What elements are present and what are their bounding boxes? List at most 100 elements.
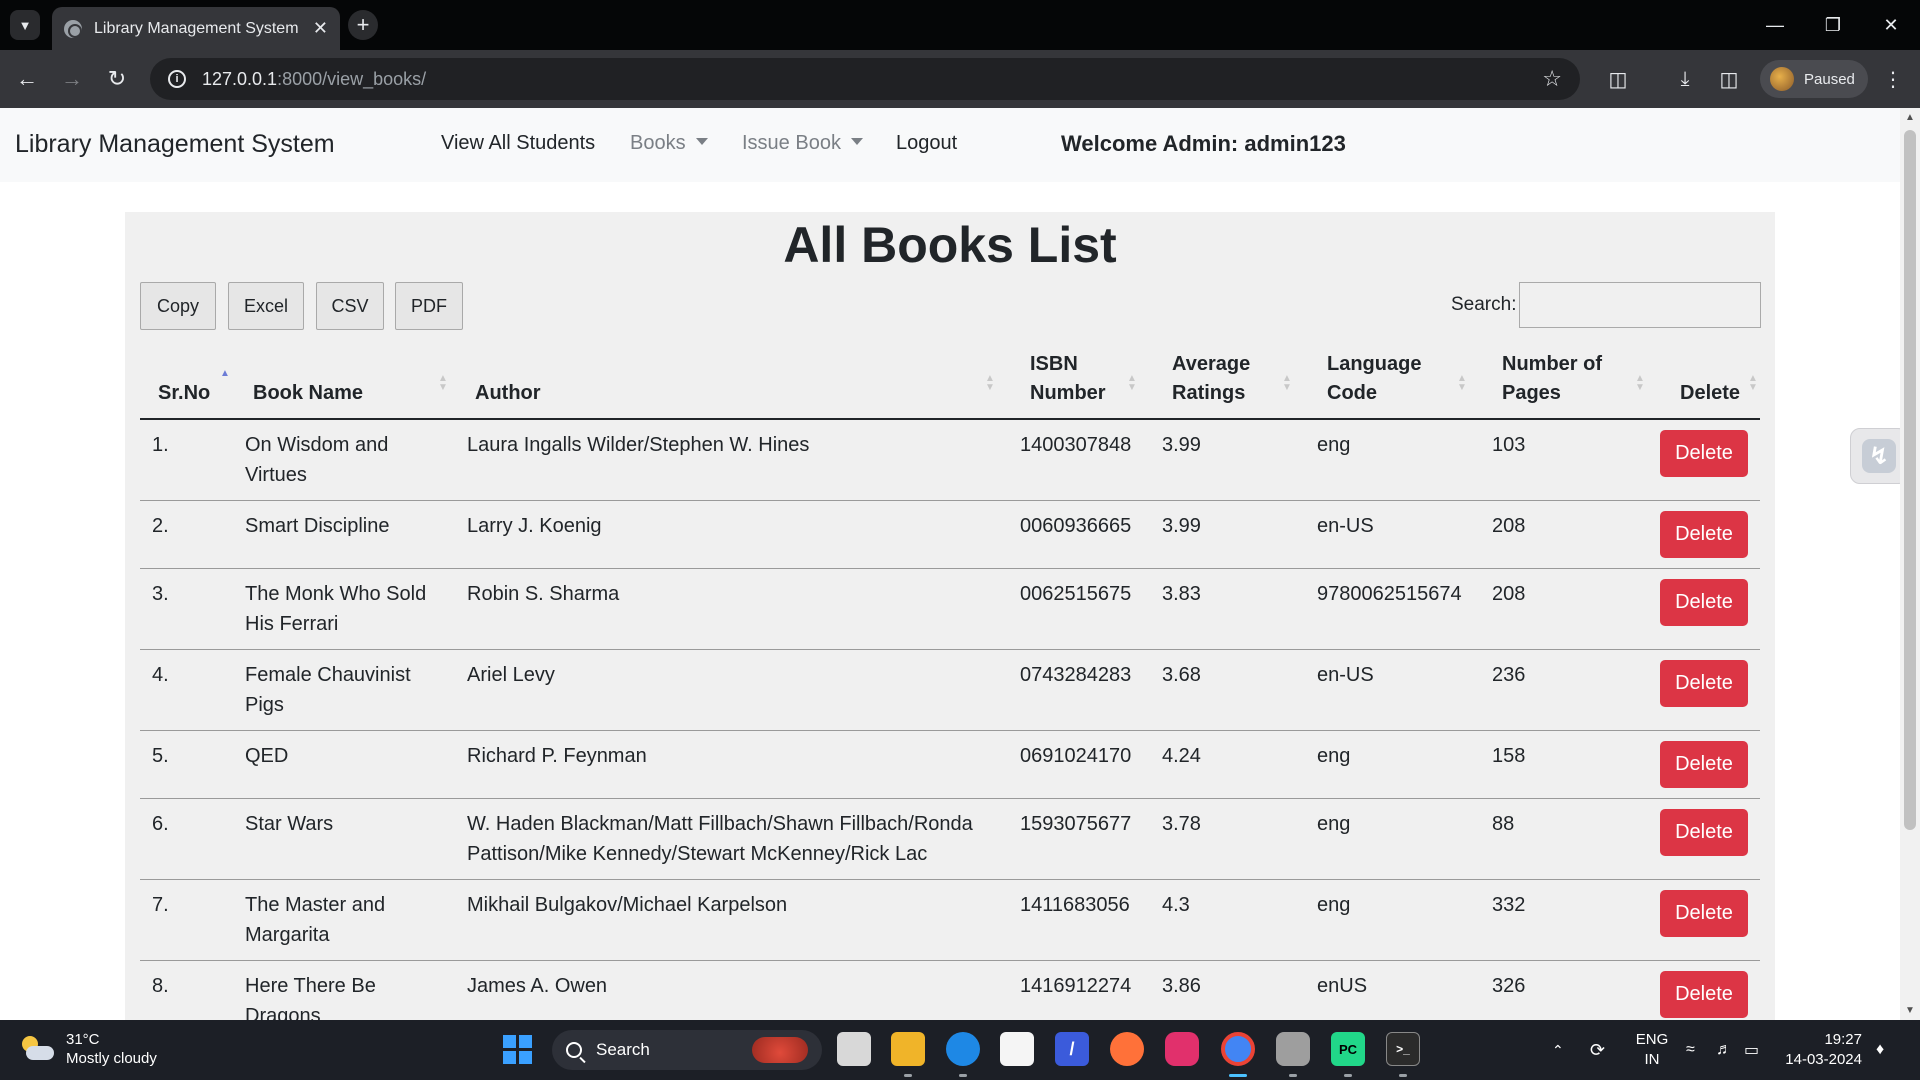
microsoft-store-icon[interactable] (1000, 1032, 1034, 1066)
column-header-author[interactable]: Author (475, 379, 541, 408)
sort-icon[interactable]: ▲ ▼ (985, 374, 995, 393)
page-scrollbar[interactable]: ▲ ▼ (1900, 108, 1920, 1020)
scrollbar-thumb[interactable] (1904, 130, 1916, 830)
books-panel: All Books List Copy Excel CSV PDF Search… (125, 212, 1775, 1020)
show-hidden-icons-chevron-icon[interactable]: ⌃ (1552, 1020, 1564, 1080)
site-info-icon[interactable]: i (168, 70, 186, 88)
browser-tab-active[interactable]: Library Management System ✕ (52, 7, 340, 50)
column-header-isbn-number[interactable]: ISBN Number (1030, 350, 1106, 408)
delete-button[interactable]: Delete (1660, 430, 1748, 477)
delete-button[interactable]: Delete (1660, 741, 1748, 788)
powerautomate-icon[interactable]: / (1055, 1032, 1089, 1066)
database-icon[interactable] (1276, 1032, 1310, 1066)
profile-button[interactable]: Paused (1760, 60, 1868, 98)
delete-button[interactable]: Delete (1660, 809, 1748, 856)
delete-button[interactable]: Delete (1660, 511, 1748, 558)
column-header-delete[interactable]: Delete (1680, 379, 1740, 408)
weather-widget[interactable]: 31°C Mostly cloudy (20, 1030, 157, 1068)
minimize-icon[interactable]: — (1746, 0, 1804, 50)
column-header-number-of-pages[interactable]: Number of Pages (1502, 350, 1602, 408)
language-cell: en-US (1317, 515, 1374, 537)
task-view-icon[interactable] (837, 1032, 871, 1066)
back-arrow-icon[interactable]: ← (10, 62, 44, 96)
sort-icon[interactable]: ▲ ▼ (438, 374, 448, 393)
nav-view-all-students[interactable]: View All Students (441, 132, 595, 155)
column-header-language-code[interactable]: Language Code (1327, 350, 1421, 408)
bookmark-star-icon[interactable]: ☆ (1542, 66, 1562, 92)
delete-button[interactable]: Delete (1660, 660, 1748, 707)
cell-line: Mikhail Bulgakov/Michael Karpelson (467, 894, 788, 916)
cell-line: Female Chauvinist (245, 664, 411, 686)
forward-arrow-icon[interactable]: → (55, 62, 89, 96)
sort-icon[interactable]: ▲ ▼ (1282, 374, 1292, 393)
taskbar-search[interactable]: Search (552, 1030, 822, 1070)
cell-line: Pigs (245, 694, 284, 716)
csv-button[interactable]: CSV (316, 282, 384, 330)
nav-logout[interactable]: Logout (896, 132, 957, 155)
search-highlight-icon (752, 1037, 808, 1063)
cell-line: Laura Ingalls Wilder/Stephen W. Hines (467, 434, 810, 456)
isbn-cell: 1400307848 (1020, 434, 1132, 456)
isbn-cell: 1593075677 (1020, 813, 1132, 835)
tab-search-chevron-icon[interactable]: ▼ (10, 10, 40, 40)
sort-icon[interactable]: ▲ ▼ (1127, 374, 1137, 393)
book-name-cell: The Monk Who Sold His Ferrari (245, 579, 426, 639)
download-icon[interactable]: ⤓ (1672, 66, 1698, 92)
sync-icon[interactable]: ⟳ (1590, 1020, 1605, 1080)
pdf-button[interactable]: PDF (395, 282, 463, 330)
wifi-icon[interactable]: ≈ (1686, 1020, 1695, 1080)
restore-icon[interactable]: ❐ (1804, 0, 1862, 50)
address-bar[interactable]: i 127.0.0.1 :8000/view_books/ ☆ (150, 58, 1580, 100)
instagram-icon[interactable] (1165, 1032, 1199, 1066)
author-cell: Ariel Levy (467, 660, 555, 690)
column-header-sr-no[interactable]: Sr.No (158, 379, 210, 408)
delete-button[interactable]: Delete (1660, 971, 1748, 1018)
kebab-menu-icon[interactable]: ⋮ (1880, 66, 1906, 92)
column-header-book-name[interactable]: Book Name (253, 379, 363, 408)
terminal-icon[interactable]: >_ (1386, 1032, 1420, 1066)
windows-start-icon[interactable] (500, 1032, 534, 1066)
browser-toolbar: ← → ↻ i 127.0.0.1 :8000/view_books/ ☆ ◫ … (0, 50, 1920, 108)
nav-issue-book-dropdown[interactable]: Issue Book (742, 132, 863, 155)
sort-icon[interactable]: ▲ ▼ (1457, 374, 1467, 393)
pycharm-icon[interactable]: PC (1331, 1032, 1365, 1066)
floating-widget[interactable]: ↯ (1850, 428, 1900, 484)
reload-icon[interactable]: ↻ (100, 62, 134, 96)
scroll-up-arrow-icon[interactable]: ▲ (1905, 112, 1915, 123)
chrome-icon[interactable] (1221, 1032, 1255, 1066)
sort-icon[interactable]: ▲ ▼ (1748, 374, 1758, 393)
isbn-cell: 1416912274 (1020, 975, 1132, 997)
sort-icon[interactable]: ▲ ▼ (1635, 374, 1645, 393)
tab-title: Library Management System (94, 19, 299, 37)
new-tab-plus-icon[interactable]: + (348, 10, 378, 40)
search-input[interactable] (1519, 282, 1761, 328)
battery-icon[interactable]: ▭ (1744, 1020, 1759, 1080)
delete-button[interactable]: Delete (1660, 579, 1748, 626)
notification-bell-icon[interactable]: ♦ (1876, 1020, 1884, 1080)
input-language[interactable]: ENG IN (1634, 1030, 1670, 1070)
tab-close-icon[interactable]: ✕ (313, 18, 328, 39)
volume-icon[interactable]: ♬ (1716, 1020, 1732, 1080)
running-indicator (1344, 1074, 1352, 1077)
pages-cell: 208 (1492, 515, 1526, 537)
edge-browser-icon[interactable] (946, 1032, 980, 1066)
file-explorer-icon[interactable] (891, 1032, 925, 1066)
system-clock[interactable]: 19:27 14-03-2024 (1780, 1030, 1862, 1070)
navbar-brand[interactable]: Library Management System (15, 130, 335, 159)
clock-time: 19:27 (1824, 1031, 1862, 1048)
scroll-down-arrow-icon[interactable]: ▼ (1905, 1005, 1915, 1016)
delete-button[interactable]: Delete (1660, 890, 1748, 937)
rating-cell: 3.68 (1162, 664, 1201, 686)
side-panel-icon[interactable]: ◫ (1716, 66, 1742, 92)
close-window-icon[interactable]: ✕ (1862, 0, 1920, 50)
extensions-puzzle-icon[interactable]: ◫ (1605, 66, 1631, 92)
rating-cell: 3.99 (1162, 434, 1201, 456)
firefox-icon[interactable] (1110, 1032, 1144, 1066)
table-row: 5. QED Richard P. Feynman 0691024170 4.24 eng… (140, 731, 1760, 799)
windows-taskbar: 31°C Mostly cloudy Search / PC >_ ⌃ ⟳ EN… (0, 1020, 1920, 1080)
nav-books-dropdown[interactable]: Books (630, 132, 708, 155)
copy-button[interactable]: Copy (140, 282, 216, 330)
sort-ascending-icon[interactable]: ▲ (220, 369, 230, 379)
column-header-average-ratings[interactable]: Average Ratings (1172, 350, 1250, 408)
excel-button[interactable]: Excel (228, 282, 304, 330)
